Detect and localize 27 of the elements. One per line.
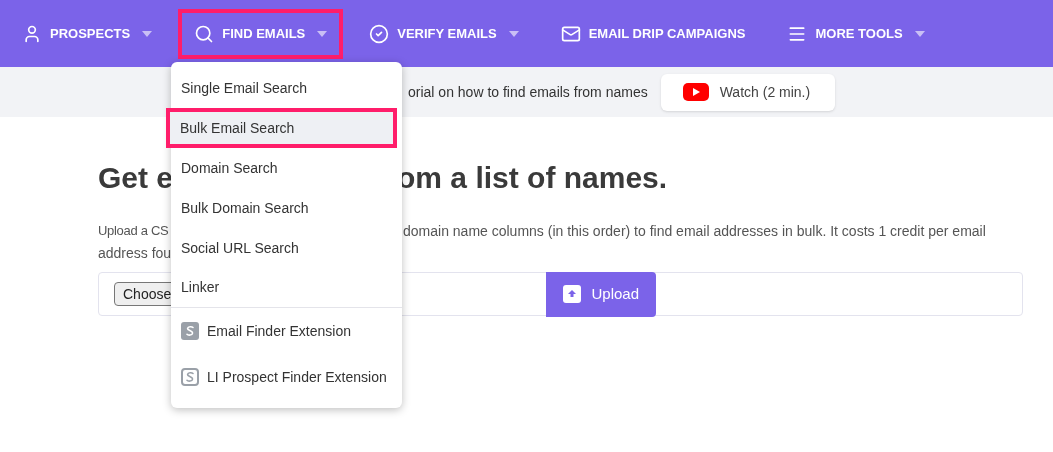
watch-button[interactable]: Watch (2 min.) [660, 73, 835, 111]
person-icon [22, 23, 42, 44]
description-text: Upload a CS [98, 222, 170, 240]
menu-item[interactable]: Single Email Search [171, 68, 402, 108]
s-icon [181, 322, 199, 340]
description-text: domain name columns (in this order) to find email addresses in bulk. It costs 1 credit per email [403, 222, 986, 241]
banner-text: orial on how to find emails from names [408, 82, 648, 102]
play-icon [682, 83, 709, 101]
menu-item[interactable]: Bulk Domain Search [171, 188, 402, 228]
menu-item[interactable]: Linker [171, 268, 402, 308]
menu-item[interactable]: LI Prospect Finder Extension [171, 354, 402, 400]
search-icon [194, 23, 215, 44]
nav-item[interactable]: PROSPECTS [6, 8, 169, 59]
nav-item[interactable]: VERIFY EMAILS [353, 8, 535, 59]
nav-item[interactable]: FIND EMAILS [178, 8, 344, 59]
menu-item[interactable]: Domain Search [171, 148, 402, 188]
heading-text: Get e [98, 160, 174, 196]
nav-item[interactable]: EMAIL DRIP CAMPAIGNS [544, 8, 762, 59]
menu-item[interactable]: Bulk Email Search [166, 108, 397, 148]
check-circle-icon [369, 23, 390, 44]
s-icon [181, 368, 199, 386]
upload-icon [563, 285, 582, 303]
menu-item[interactable]: Social URL Search [171, 228, 402, 268]
description-text: address fou [98, 245, 172, 261]
upload-button[interactable]: Upload [546, 271, 657, 317]
nav-item[interactable]: MORE TOOLS [771, 8, 941, 59]
menu-item[interactable]: Email Finder Extension [171, 308, 402, 354]
